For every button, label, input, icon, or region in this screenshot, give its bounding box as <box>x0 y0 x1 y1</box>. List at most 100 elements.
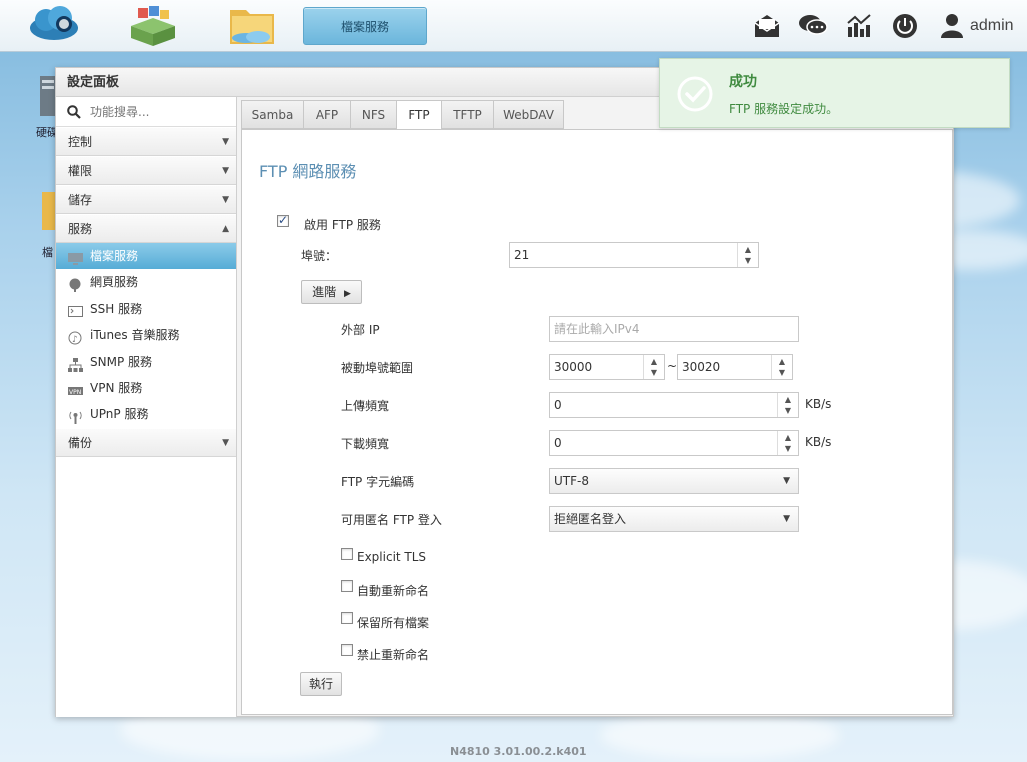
sidebar-group-label: 控制 <box>68 135 93 149</box>
download-bandwidth-label: 下載頻寬 <box>341 437 390 451</box>
tab-webdav[interactable]: WebDAV <box>493 100 564 129</box>
active-app-tab[interactable]: 檔案服務 <box>303 7 427 45</box>
passive-port-from-input[interactable]: 30000 ▲ ▼ <box>549 354 665 380</box>
passive-to-value: 30020 <box>682 360 721 374</box>
download-stepper[interactable]: ▲ ▼ <box>777 431 798 455</box>
upload-bandwidth-input[interactable]: 0 ▲ ▼ <box>549 392 799 418</box>
tab-samba[interactable]: Samba <box>241 100 304 129</box>
sidebar-group-permission[interactable]: 權限 ▼ <box>56 156 236 185</box>
sidebar-item-snmp[interactable]: SNMP 服務 <box>56 349 236 375</box>
port-stepper[interactable]: ▲ ▼ <box>737 243 758 267</box>
encoding-label: FTP 字元編碼 <box>341 475 415 489</box>
sidebar-item-label: iTunes 音樂服務 <box>90 328 180 342</box>
explicit-tls-label: Explicit TLS <box>357 550 427 564</box>
sidebar-group-control[interactable]: 控制 ▼ <box>56 127 236 156</box>
top-bar: 檔案服務 admin <box>0 0 1027 52</box>
auto-rename-checkbox[interactable] <box>341 580 353 592</box>
sidebar-item-file-service[interactable]: 檔案服務 <box>56 243 236 269</box>
download-value: 0 <box>554 436 562 450</box>
sidebar-group-backup[interactable]: 備份 ▼ <box>56 428 236 457</box>
upload-unit: KB/s <box>805 397 832 411</box>
sidebar-group-label: 服務 <box>68 222 93 236</box>
chevron-up-icon: ▲ <box>222 224 229 234</box>
apply-button[interactable]: 執行 <box>300 672 342 696</box>
anonymous-login-value: 拒絕匿名登入 <box>554 512 627 526</box>
svg-text:♪: ♪ <box>72 335 78 345</box>
music-note-icon: ♪ <box>68 328 83 345</box>
anonymous-login-select[interactable]: 拒絕匿名登入 ▼ <box>549 506 799 532</box>
toast-title: 成功 <box>729 74 757 90</box>
sidebar: 控制 ▼ 權限 ▼ 儲存 ▼ 服務 ▲ 檔案服務 網頁服務 <box>56 97 237 717</box>
download-bandwidth-input[interactable]: 0 ▲ ▼ <box>549 430 799 456</box>
file-folder-icon[interactable] <box>228 4 276 49</box>
upload-stepper[interactable]: ▲ ▼ <box>777 393 798 417</box>
svg-text:VPN: VPN <box>69 389 81 396</box>
network-tree-icon <box>68 355 83 372</box>
advanced-button[interactable]: 進階 ▶ <box>301 280 362 304</box>
passive-from-stepper[interactable]: ▲ ▼ <box>643 355 664 379</box>
success-toast: 成功 FTP 服務設定成功。 <box>659 58 1010 128</box>
username-label[interactable]: admin <box>970 17 1014 35</box>
auto-rename-label: 自動重新命名 <box>357 584 430 598</box>
sidebar-item-upnp[interactable]: UPnP 服務 <box>56 401 236 427</box>
upnp-antenna-icon <box>68 407 83 424</box>
terminal-icon <box>68 302 83 317</box>
passive-from-value: 30000 <box>554 360 593 374</box>
caret-right-icon: ▶ <box>343 289 351 299</box>
tab-ftp[interactable]: FTP <box>396 100 442 130</box>
apps-box-icon[interactable] <box>128 4 178 49</box>
vpn-icon: VPN <box>68 381 83 396</box>
cloud-logo-icon[interactable] <box>28 4 80 47</box>
sidebar-item-label: SNMP 服務 <box>90 355 152 369</box>
section-title: FTP 網路服務 <box>259 162 357 181</box>
keep-all-files-label: 保留所有檔案 <box>357 616 430 630</box>
tab-tftp[interactable]: TFTP <box>441 100 494 129</box>
keep-all-files-checkbox[interactable] <box>341 612 353 624</box>
sidebar-item-label: UPnP 服務 <box>90 407 149 421</box>
sidebar-item-label: VPN 服務 <box>90 381 143 395</box>
chevron-down-icon: ▼ <box>222 438 229 448</box>
enable-ftp-checkbox[interactable] <box>277 213 289 227</box>
range-separator: ~ <box>667 359 678 373</box>
settings-panel: 設定面板 控制 ▼ 權限 ▼ 儲存 ▼ 服務 ▲ 檔案服務 <box>55 67 955 717</box>
external-ip-placeholder: 請在此輸入IPv4 <box>554 322 640 336</box>
web-globe-icon <box>68 275 83 292</box>
search-input[interactable] <box>90 103 230 121</box>
upload-bandwidth-label: 上傳頻寬 <box>341 399 390 413</box>
passive-to-stepper[interactable]: ▲ ▼ <box>771 355 792 379</box>
sidebar-item-ssh[interactable]: SSH 服務 <box>56 296 236 322</box>
sidebar-group-label: 儲存 <box>68 193 93 207</box>
chat-icon[interactable] <box>798 13 828 42</box>
sidebar-item-web-service[interactable]: 網頁服務 <box>56 269 236 295</box>
sidebar-item-itunes[interactable]: ♪ iTunes 音樂服務 <box>56 322 236 348</box>
tab-afp[interactable]: AFP <box>303 100 351 129</box>
external-ip-input[interactable]: 請在此輸入IPv4 <box>549 316 799 342</box>
chevron-down-icon: ▼ <box>222 195 229 205</box>
port-input[interactable]: 21 ▲ ▼ <box>509 242 759 268</box>
encoding-select[interactable]: UTF-8 ▼ <box>549 468 799 494</box>
power-icon[interactable] <box>892 13 918 42</box>
disable-rename-label: 禁止重新命名 <box>357 648 430 662</box>
encoding-value: UTF-8 <box>554 474 589 488</box>
sidebar-item-label: 網頁服務 <box>90 275 139 289</box>
ftp-settings-content: FTP 網路服務 啟用 FTP 服務 埠號： 21 ▲▼ 進階 ▶ 外部 IP … <box>241 129 953 715</box>
chevron-down-icon: ▼ <box>222 166 229 176</box>
dashboard-icon[interactable] <box>846 13 874 42</box>
port-label: 埠號： <box>301 249 338 263</box>
download-unit: KB/s <box>805 435 832 449</box>
dropdown-arrow-icon: ▼ <box>783 476 790 486</box>
explicit-tls-checkbox[interactable] <box>341 548 353 560</box>
search-icon <box>67 105 81 122</box>
mail-icon[interactable] <box>753 13 781 42</box>
sidebar-item-label: SSH 服務 <box>90 302 143 316</box>
user-icon[interactable] <box>940 13 964 42</box>
tab-nfs[interactable]: NFS <box>350 100 397 129</box>
sidebar-item-vpn[interactable]: VPN VPN 服務 <box>56 375 236 401</box>
sidebar-group-services[interactable]: 服務 ▲ <box>56 214 236 243</box>
sidebar-group-storage[interactable]: 儲存 ▼ <box>56 185 236 214</box>
upload-value: 0 <box>554 398 562 412</box>
sidebar-search <box>56 97 236 127</box>
passive-port-to-input[interactable]: 30020 ▲ ▼ <box>677 354 793 380</box>
disable-rename-checkbox[interactable] <box>341 644 353 656</box>
anonymous-login-label: 可用匿名 FTP 登入 <box>341 513 442 527</box>
